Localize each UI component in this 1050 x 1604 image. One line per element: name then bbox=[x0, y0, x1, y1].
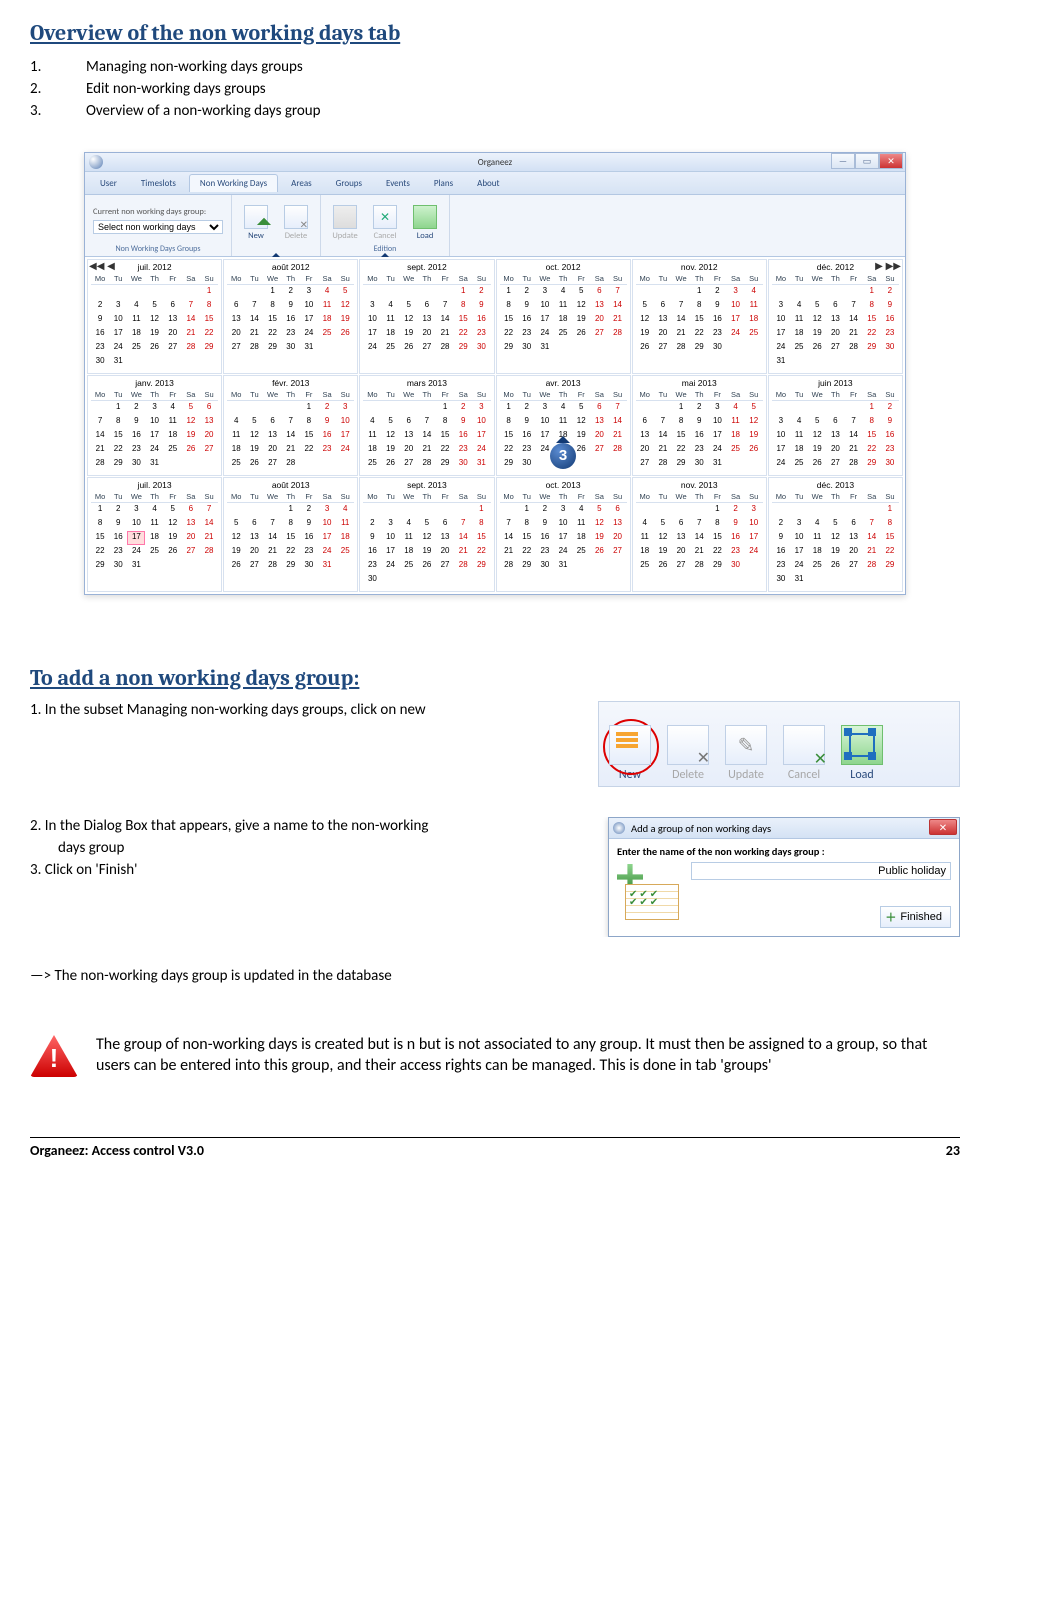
menu-tab-user[interactable]: User bbox=[89, 174, 128, 192]
current-group-label: Current non working days group: bbox=[93, 207, 206, 217]
month-nov.-2013[interactable]: nov. 2013MoTuWeThFrSaSu12345678910111213… bbox=[632, 477, 767, 592]
warning-icon bbox=[30, 1035, 78, 1077]
window-minimize-button[interactable]: — bbox=[831, 153, 855, 169]
ribbon-group-newdel: New Delete 1 bbox=[232, 195, 321, 256]
month-févr.-2013[interactable]: févr. 2013MoTuWeThFrSaSu1234567891011121… bbox=[223, 375, 358, 476]
menu-bar: UserTimeslotsNon Working DaysAreasGroups… bbox=[85, 172, 905, 195]
step-2-3-block: Add a group of non working days ✕ Enter … bbox=[30, 817, 960, 937]
month-juin-2013[interactable]: juin 2013MoTuWeThFrSaSu12345678910111213… bbox=[768, 375, 903, 476]
app-window: Organeez — ▭ ✕ UserTimeslotsNon Working … bbox=[84, 152, 906, 595]
app-title: Organeez bbox=[478, 157, 513, 168]
overview-item: Overview of a non-working days group bbox=[30, 100, 960, 122]
menu-tab-non-working-days[interactable]: Non Working Days bbox=[189, 174, 278, 192]
current-group-select[interactable]: Select non working days bbox=[93, 220, 223, 234]
month-juil.-2013[interactable]: juil. 2013MoTuWeThFrSaSu1234567891011121… bbox=[87, 477, 222, 592]
group-name-input[interactable] bbox=[691, 862, 951, 880]
page-footer: Organeez: Access control V3.0 23 bbox=[30, 1137, 960, 1159]
ribbon-new-button[interactable]: New bbox=[240, 205, 272, 241]
month-mai-2013[interactable]: mai 2013MoTuWeThFrSaSu123456789101112131… bbox=[632, 375, 767, 476]
toolbar-fragment: New Delete Update Cancel Load bbox=[598, 701, 960, 787]
menu-tab-areas[interactable]: Areas bbox=[280, 174, 323, 192]
calendar-next-buttons[interactable]: ▶ ▶▶ bbox=[875, 261, 901, 272]
window-close-button[interactable]: ✕ bbox=[879, 153, 903, 169]
ribbon-group-nwd: Current non working days group: Select n… bbox=[85, 195, 232, 256]
calendar-year-view[interactable]: ◀◀ ◀ ▶ ▶▶ juil. 2012MoTuWeThFrSaSu123456… bbox=[85, 257, 905, 594]
toolbar-new-button[interactable]: New bbox=[609, 725, 651, 782]
month-oct.-2013[interactable]: oct. 2013MoTuWeThFrSaSu12345678910111213… bbox=[496, 477, 631, 592]
dialog-close-button[interactable]: ✕ bbox=[929, 819, 957, 835]
warning-block: The group of non-working days is created… bbox=[30, 1035, 960, 1077]
ribbon-group-caption: Non Working Days Groups bbox=[93, 244, 223, 254]
month-août-2012[interactable]: août 2012MoTuWeThFrSaSu12345678910111213… bbox=[223, 259, 358, 374]
month-août-2013[interactable]: août 2013MoTuWeThFrSaSu12345678910111213… bbox=[223, 477, 358, 592]
dialog-icon bbox=[613, 822, 625, 834]
ribbon-load-button[interactable]: Load bbox=[409, 205, 441, 241]
ribbon-update-button[interactable]: Update bbox=[329, 205, 361, 241]
month-nov.-2012[interactable]: nov. 2012MoTuWeThFrSaSu12345678910111213… bbox=[632, 259, 767, 374]
finished-button[interactable]: Finished bbox=[880, 906, 951, 928]
heading-add-group: To add a non working days group: bbox=[30, 665, 960, 691]
footer-page-number: 23 bbox=[946, 1142, 960, 1159]
calendar-prev-buttons[interactable]: ◀◀ ◀ bbox=[89, 261, 115, 272]
month-avr.-2013[interactable]: avr. 2013MoTuWeThFrSaSu12345678910111213… bbox=[496, 375, 631, 476]
warning-text: The group of non-working days is created… bbox=[96, 1035, 960, 1077]
ribbon-delete-button[interactable]: Delete bbox=[280, 205, 312, 241]
result-text: —> The non-working days group is updated… bbox=[30, 967, 960, 985]
ribbon-group-edition: Update Cancel Load Edition 2 bbox=[321, 195, 450, 256]
app-logo-icon bbox=[89, 155, 103, 169]
month-sept.-2012[interactable]: sept. 2012MoTuWeThFrSaSu1234567891011121… bbox=[359, 259, 494, 374]
step-1-block: New Delete Update Cancel Load 1. In the … bbox=[30, 701, 960, 787]
dialog-title: Add a group of non working days bbox=[631, 822, 771, 835]
month-déc.-2013[interactable]: déc. 2013MoTuWeThFrSaSu12345678910111213… bbox=[768, 477, 903, 592]
toolbar-cancel-button[interactable]: Cancel bbox=[783, 725, 825, 782]
month-janv.-2013[interactable]: janv. 2013MoTuWeThFrSaSu1234567891011121… bbox=[87, 375, 222, 476]
menu-tab-about[interactable]: About bbox=[466, 174, 510, 192]
heading-overview: Overview of the non working days tab bbox=[30, 20, 960, 46]
menu-tab-events[interactable]: Events bbox=[375, 174, 421, 192]
overview-list: Managing non-working days groups Edit no… bbox=[30, 56, 960, 122]
toolbar-load-button[interactable]: Load bbox=[841, 725, 883, 782]
add-group-dialog: Add a group of non working days ✕ Enter … bbox=[608, 817, 960, 937]
overview-item: Edit non-working days groups bbox=[30, 78, 960, 100]
month-mars-2013[interactable]: mars 2013MoTuWeThFrSaSu12345678910111213… bbox=[359, 375, 494, 476]
titlebar: Organeez — ▭ ✕ bbox=[85, 153, 905, 172]
overview-item: Managing non-working days groups bbox=[30, 56, 960, 78]
toolbar-delete-button[interactable]: Delete bbox=[667, 725, 709, 782]
footer-left: Organeez: Access control V3.0 bbox=[30, 1142, 204, 1159]
toolbar-update-button[interactable]: Update bbox=[725, 725, 767, 782]
dialog-prompt: Enter the name of the non working days g… bbox=[617, 845, 951, 858]
ribbon: Current non working days group: Select n… bbox=[85, 195, 905, 257]
month-juil.-2012[interactable]: juil. 2012MoTuWeThFrSaSu1234567891011121… bbox=[87, 259, 222, 374]
ribbon-cancel-button[interactable]: Cancel bbox=[369, 205, 401, 241]
month-sept.-2013[interactable]: sept. 2013MoTuWeThFrSaSu1234567891011121… bbox=[359, 477, 494, 592]
dialog-thumbnail-icon bbox=[617, 862, 683, 922]
menu-tab-plans[interactable]: Plans bbox=[423, 174, 464, 192]
dialog-titlebar: Add a group of non working days ✕ bbox=[609, 818, 959, 839]
month-oct.-2012[interactable]: oct. 2012MoTuWeThFrSaSu12345678910111213… bbox=[496, 259, 631, 374]
menu-tab-groups[interactable]: Groups bbox=[325, 174, 373, 192]
callout-3: 3 bbox=[550, 443, 576, 469]
month-déc.-2012[interactable]: déc. 2012MoTuWeThFrSaSu12345678910111213… bbox=[768, 259, 903, 374]
window-maximize-button[interactable]: ▭ bbox=[855, 153, 879, 169]
menu-tab-timeslots[interactable]: Timeslots bbox=[130, 174, 187, 192]
